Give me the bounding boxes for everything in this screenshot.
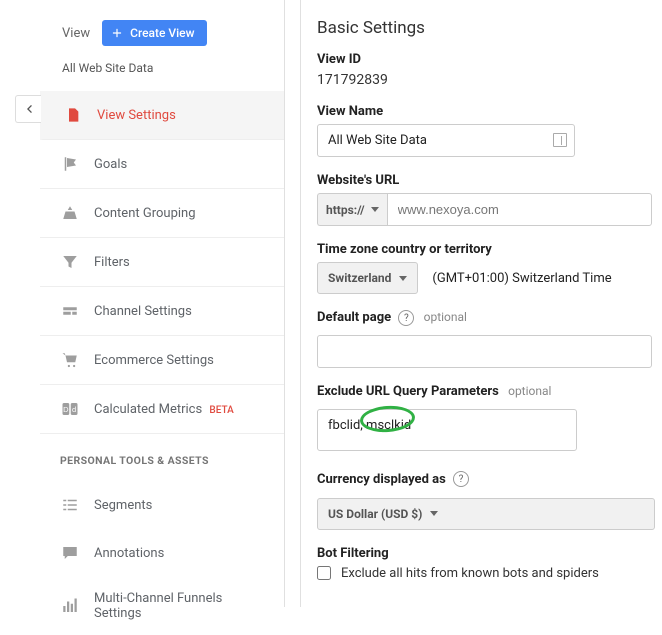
svg-text:D: D xyxy=(63,405,69,414)
multichannel-icon xyxy=(60,596,80,616)
chevron-down-icon xyxy=(371,207,379,212)
view-name-input[interactable] xyxy=(317,124,575,157)
funnel-icon xyxy=(60,252,80,272)
nav-content-grouping[interactable]: Content Grouping xyxy=(40,189,284,238)
bot-filtering-text: Exclude all hits from known bots and spi… xyxy=(341,566,599,581)
nav-label-text: Calculated Metrics xyxy=(94,402,202,417)
nav-calculated-metrics[interactable]: Dd Calculated Metrics BETA xyxy=(40,385,284,434)
segments-icon xyxy=(60,495,80,515)
bot-filtering-checkbox[interactable] xyxy=(317,566,331,580)
page-icon xyxy=(63,105,83,125)
personal-section-title: PERSONAL TOOLS & ASSETS xyxy=(40,434,284,475)
timezone-country-select[interactable]: Switzerland xyxy=(317,262,418,294)
website-url-input[interactable] xyxy=(387,193,652,226)
timezone-label: Time zone country or territory xyxy=(317,242,492,257)
chevron-down-icon xyxy=(399,276,407,281)
optional-label: optional xyxy=(508,384,551,398)
nav-label: View Settings xyxy=(97,108,176,123)
field-exclude-params: Exclude URL Query Parameters optional xyxy=(317,384,655,455)
field-view-name: View Name xyxy=(317,104,655,157)
view-id-label: View ID xyxy=(317,52,361,67)
nav-view-settings[interactable]: View Settings xyxy=(40,91,284,140)
view-name-label: View Name xyxy=(317,104,383,119)
field-bot-filtering: Bot Filtering Exclude all hits from know… xyxy=(317,546,655,581)
nav-label: Goals xyxy=(94,157,127,172)
main-panel: Basic Settings View ID 171792839 View Na… xyxy=(300,0,655,607)
field-default-page: Default page ? optional xyxy=(317,310,655,368)
field-timezone: Time zone country or territory Switzerla… xyxy=(317,242,655,294)
card-icon xyxy=(553,133,567,147)
exclude-params-label: Exclude URL Query Parameters xyxy=(317,384,499,399)
default-page-label: Default page xyxy=(317,310,391,325)
arrow-left-icon xyxy=(21,101,37,117)
timezone-offset-text: (GMT+01:00) Switzerland Time xyxy=(432,271,611,286)
nav-filters[interactable]: Filters xyxy=(40,238,284,287)
help-icon[interactable]: ? xyxy=(453,471,469,487)
protocol-select[interactable]: https:// xyxy=(317,193,387,226)
nav-ecommerce-settings[interactable]: Ecommerce Settings xyxy=(40,336,284,385)
back-button[interactable] xyxy=(15,95,41,123)
create-view-label: Create View xyxy=(130,26,194,40)
bot-filtering-checkbox-row[interactable]: Exclude all hits from known bots and spi… xyxy=(317,566,655,581)
timezone-country-value: Switzerland xyxy=(328,271,391,285)
chevron-down-icon xyxy=(430,511,438,516)
currency-label: Currency displayed as xyxy=(317,472,446,487)
create-view-button[interactable]: Create View xyxy=(102,20,206,46)
nav-label: Content Grouping xyxy=(94,206,196,221)
plus-icon xyxy=(110,26,124,40)
svg-text:d: d xyxy=(72,405,76,414)
nav-label: Segments xyxy=(94,498,152,513)
website-url-label: Website's URL xyxy=(317,173,399,188)
currency-value: US Dollar (USD $) xyxy=(328,507,422,521)
cart-icon xyxy=(60,350,80,370)
nav-goals[interactable]: Goals xyxy=(40,140,284,189)
nav-label: Ecommerce Settings xyxy=(94,353,214,368)
default-page-input[interactable] xyxy=(317,335,652,368)
nav-multichannel-settings[interactable]: Multi-Channel Funnels Settings xyxy=(40,577,284,635)
channel-icon xyxy=(60,301,80,321)
view-label: View xyxy=(62,26,90,41)
nav-label: Multi-Channel Funnels Settings xyxy=(94,591,222,621)
view-header: View Create View xyxy=(40,20,284,56)
help-icon[interactable]: ? xyxy=(398,310,414,326)
nav-segments[interactable]: Segments xyxy=(40,481,284,529)
nav-label: Channel Settings xyxy=(94,304,192,319)
sidebar: View Create View All Web Site Data View … xyxy=(40,0,285,607)
exclude-params-input[interactable] xyxy=(317,409,577,451)
view-subheader: All Web Site Data xyxy=(40,56,284,85)
field-website-url: Website's URL https:// xyxy=(317,173,655,226)
beta-badge: BETA xyxy=(209,405,233,416)
currency-select[interactable]: US Dollar (USD $) xyxy=(317,498,655,530)
nav-channel-settings[interactable]: Channel Settings xyxy=(40,287,284,336)
nav-label: Filters xyxy=(94,255,130,270)
flag-icon xyxy=(60,154,80,174)
metrics-icon: Dd xyxy=(60,399,80,419)
field-view-id: View ID 171792839 xyxy=(317,52,655,88)
nav-label: Annotations xyxy=(94,546,164,561)
annotations-icon xyxy=(60,543,80,563)
optional-label: optional xyxy=(424,310,467,324)
field-currency: Currency displayed as ? US Dollar (USD $… xyxy=(317,471,655,529)
view-nav: View Settings Goals Content Grouping Fil… xyxy=(40,91,284,434)
nav-label: Calculated Metrics BETA xyxy=(94,402,234,417)
personal-nav: Segments Annotations Multi-Channel Funne… xyxy=(40,481,284,635)
protocol-value: https:// xyxy=(326,203,365,217)
person-group-icon xyxy=(60,203,80,223)
bot-filtering-label: Bot Filtering xyxy=(317,546,389,561)
nav-annotations[interactable]: Annotations xyxy=(40,529,284,577)
heading-basic-settings: Basic Settings xyxy=(317,18,655,38)
view-id-value: 171792839 xyxy=(317,72,655,88)
